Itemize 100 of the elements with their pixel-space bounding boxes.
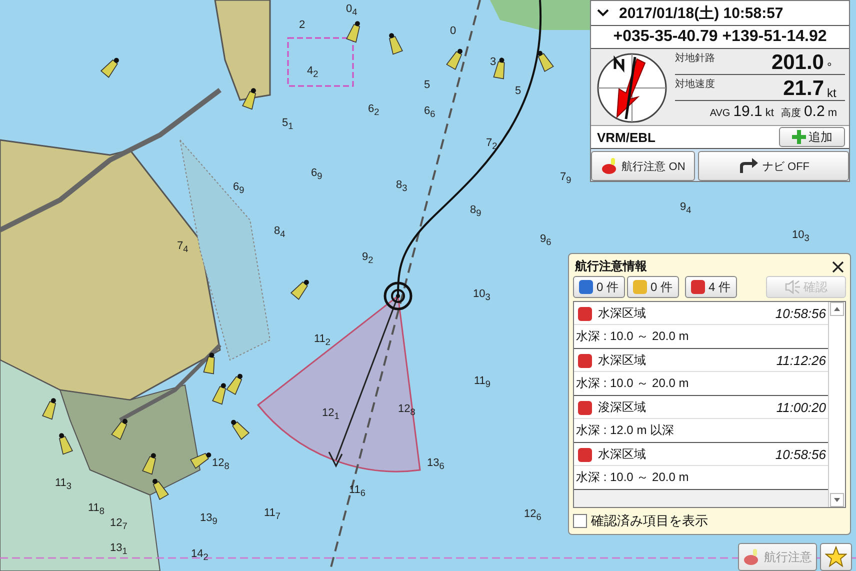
- buoy-icon: [58, 433, 73, 455]
- ship-symbol: [384, 282, 412, 310]
- depth-sounding: 6$_{9}$: [311, 168, 322, 182]
- height-label: 高度: [780, 106, 801, 120]
- buoy-icon: [142, 453, 156, 475]
- buoy-icon: [152, 478, 169, 500]
- scrollbar[interactable]: [828, 302, 845, 507]
- depth-sounding: 0: [450, 26, 456, 37]
- datetime-value: 2017/01/18(土) 10:58:57: [619, 4, 784, 22]
- height-unit: m: [828, 107, 837, 119]
- buoy-icon: [231, 420, 250, 440]
- course-unit: °: [826, 60, 833, 74]
- depth-sounding: 5$_{1}$: [282, 118, 294, 132]
- depth-sounding: 11$_{8}$: [88, 503, 105, 516]
- alert-title: 浚深区域: [598, 399, 647, 416]
- scroll-down-icon[interactable]: [830, 493, 844, 507]
- depth-sounding: 11$_{7}$: [264, 508, 281, 522]
- buoy-icon: [190, 452, 212, 469]
- exclamation-icon: [578, 400, 592, 414]
- course-label: 対地針路: [675, 52, 716, 65]
- panel-title: 航行注意情報: [575, 258, 647, 275]
- siren-icon: [600, 157, 619, 175]
- depth-sounding: 11$_{2}$: [314, 334, 331, 348]
- buoy-icon: [212, 383, 226, 405]
- buoy-icon: [446, 48, 462, 70]
- depth-sounding: 9$_{2}$: [362, 252, 374, 266]
- buoy-icon: [290, 280, 309, 300]
- depth-sounding: 6$_{6}$: [424, 106, 436, 120]
- depth-sounding: 5: [424, 80, 430, 91]
- depth-sounding: 0$_{4}$: [346, 4, 358, 18]
- mode-button[interactable]: 航行注意 ON: [591, 151, 695, 181]
- alert-detail: 水深 : 10.0 ～ 20.0 m: [575, 328, 690, 345]
- depth-sounding: 7$_{2}$: [486, 138, 498, 152]
- mode-button[interactable]: ナビ OFF: [698, 151, 849, 181]
- speed-unit: kt: [826, 86, 838, 100]
- favorite-button[interactable]: [820, 543, 852, 571]
- depth-sounding: 12$_{8}$: [212, 458, 230, 472]
- add-button[interactable]: 追加: [779, 127, 845, 147]
- depth-sounding: 9$_{4}$: [680, 202, 692, 216]
- filter-button[interactable]: 0 件: [573, 276, 625, 298]
- checkbox[interactable]: [573, 514, 587, 528]
- depth-sounding: 14$_{2}$: [191, 549, 208, 562]
- buoy-icon: [346, 21, 360, 43]
- position-text: +035-35-40.79 +139-51-14.92: [591, 26, 849, 49]
- exclamation-icon: [691, 280, 706, 294]
- checkbox-label: 確認済み項目を表示: [591, 512, 708, 530]
- plus-icon: [792, 130, 806, 144]
- alert-title: 水深区域: [598, 352, 647, 369]
- avg-unit: kt: [765, 107, 774, 119]
- alert-detail: 水深 : 10.0 ～ 20.0 m: [575, 375, 690, 392]
- depth-sounding: 7$_{9}$: [560, 172, 572, 186]
- chevron-icon[interactable]: [597, 8, 609, 18]
- alert-title: 水深区域: [598, 305, 647, 322]
- filter-button[interactable]: 4 件: [685, 276, 737, 298]
- depth-sounding: 10$_{3}$: [792, 230, 810, 244]
- alert-item[interactable]: 水深区域 10:58:56 水深 : 10.0 ～ 20.0 m: [574, 302, 828, 349]
- exclamation-icon: [578, 448, 592, 462]
- depth-sounding: 8$_{3}$: [396, 180, 408, 194]
- buoy-icon: [388, 33, 403, 55]
- height-value: 0.2: [804, 103, 825, 120]
- depth-sounding: 11$_{6}$: [349, 485, 366, 498]
- buoy-icon: [111, 418, 128, 440]
- alert-time: 11:00:20: [776, 400, 826, 415]
- depth-sounding: 12$_{7}$: [110, 518, 128, 532]
- depth-sounding: 9$_{6}$: [540, 234, 552, 248]
- scroll-up-icon[interactable]: [830, 302, 844, 316]
- depth-sounding: 13$_{1}$: [110, 543, 128, 556]
- depth-sounding: 6$_{9}$: [233, 182, 244, 196]
- depth-sounding: 8$_{9}$: [470, 205, 482, 218]
- alert-time: 11:12:26: [776, 353, 826, 368]
- depth-sounding: 3: [490, 57, 496, 68]
- speaker-icon: [784, 280, 800, 294]
- depth-sounding: 10$_{3}$: [473, 289, 490, 302]
- speed-label: 対地速度: [675, 78, 716, 91]
- buoy-icon: [100, 58, 119, 78]
- filter-button[interactable]: 0 件: [627, 276, 679, 298]
- depth-sounding: 6$_{2}$: [368, 104, 380, 118]
- avg-value: 19.1: [733, 103, 762, 120]
- alert-item[interactable]: 水深区域 11:12:26 水深 : 10.0 ～ 20.0 m: [574, 349, 828, 396]
- depth-sounding: 5: [515, 86, 522, 97]
- buoy-icon: [226, 374, 242, 395]
- alert-time: 10:58:56: [775, 447, 826, 462]
- alert-detail: 水深 : 10.0 ～ 20.0 m: [575, 469, 690, 486]
- exclamation-icon: [578, 354, 592, 368]
- alert-detail: 水深 : 12.0 m 以深: [575, 422, 676, 439]
- course-value: 201.0: [771, 51, 824, 75]
- depth-sounding: 13$_{9}$: [200, 513, 218, 526]
- depth-sounding: 7$_{4}$: [177, 241, 188, 254]
- buoy-icon: [203, 352, 215, 374]
- warning-icon: [633, 280, 648, 294]
- depth-sounding: 8$_{4}$: [274, 226, 286, 240]
- exclamation-icon: [578, 306, 592, 320]
- close-icon[interactable]: [832, 260, 844, 272]
- alert-item[interactable]: 水深区域 10:58:56 水深 : 10.0 ～ 20.0 m: [574, 443, 828, 490]
- alert-item[interactable]: 浚深区域 11:00:20 水深 : 12.0 m 以深: [574, 396, 828, 443]
- depth-sounding: 4$_{2}$: [307, 66, 318, 80]
- compass-icon: [595, 51, 669, 125]
- depth-sounding: 11$_{3}$: [55, 478, 72, 492]
- depth-sounding: 11$_{9}$: [474, 376, 491, 390]
- siren-icon: [743, 548, 761, 566]
